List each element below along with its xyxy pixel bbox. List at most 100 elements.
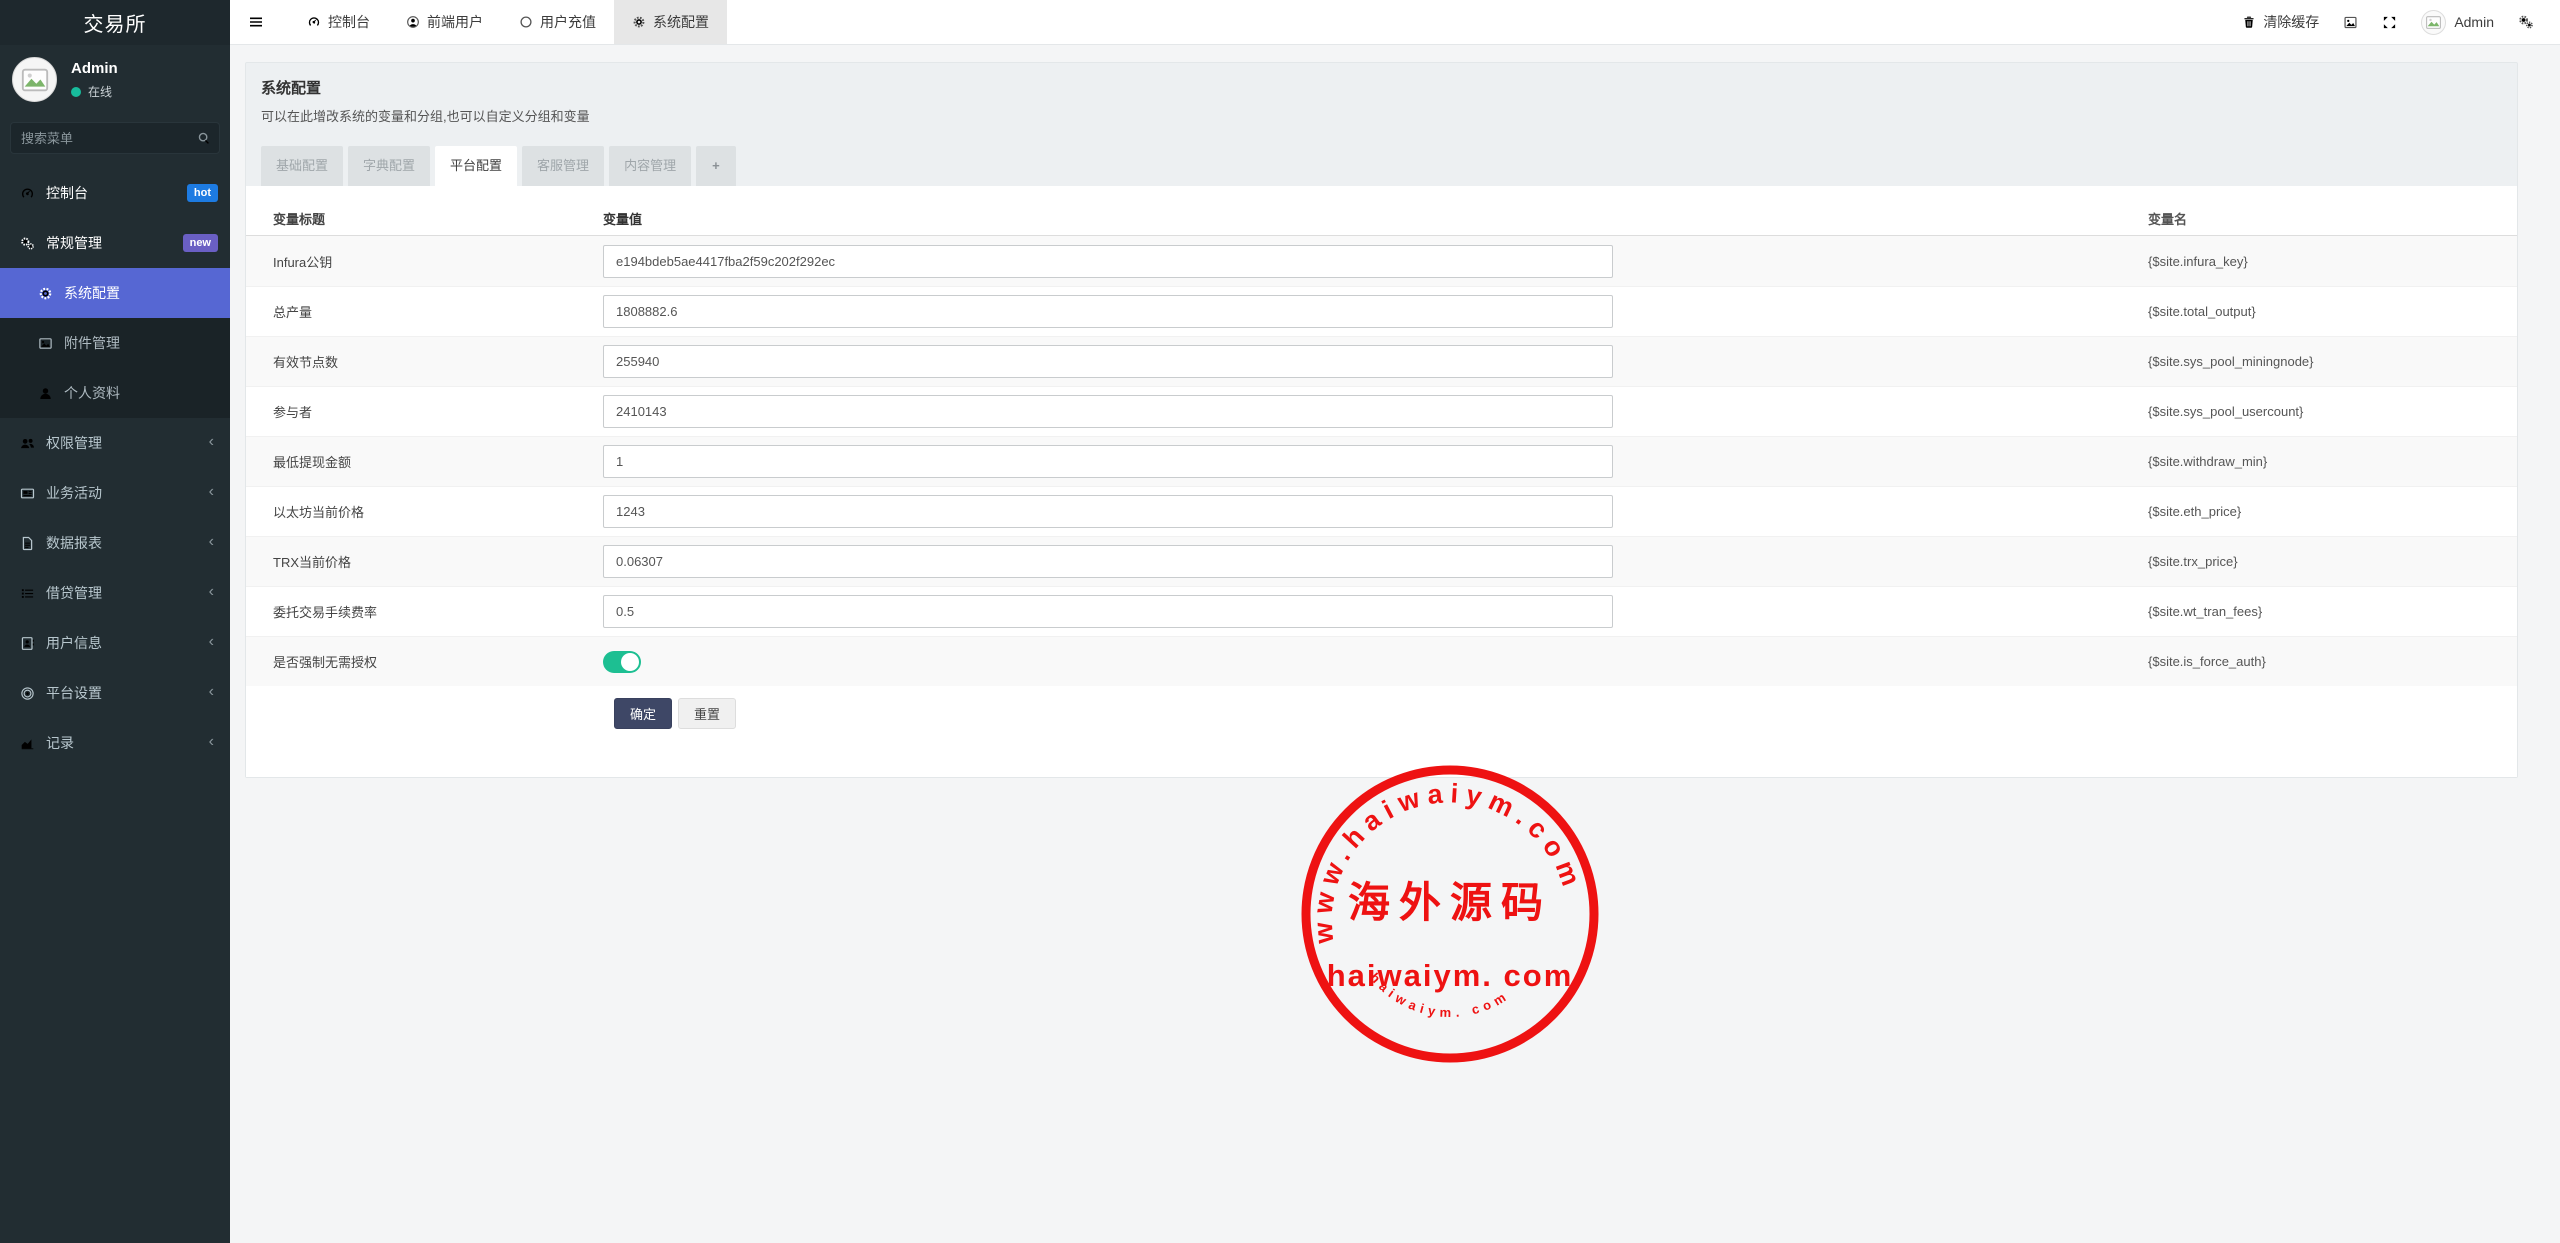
variable-value-input[interactable] [603, 295, 1613, 328]
gauge-icon [307, 15, 321, 29]
variable-name: {$site.sys_pool_miningnode} [2148, 354, 2517, 369]
variable-value-input[interactable] [603, 445, 1613, 478]
column-header: 变量值 [603, 209, 2148, 228]
trash-icon [2242, 15, 2256, 29]
sidebar-item-用户信息[interactable]: 用户信息 ‹ [0, 618, 230, 668]
settings-button[interactable] [2506, 14, 2546, 30]
system-config-panel: 系统配置 可以在此增改系统的变量和分组,也可以自定义分组和变量 基础配置字典配置… [245, 62, 2518, 778]
config-tab-平台配置[interactable]: 平台配置 [435, 146, 517, 186]
navbar-username: Admin [2454, 14, 2494, 30]
table-header-row: 变量标题 变量值 变量名 [246, 202, 2517, 236]
list-icon [16, 586, 38, 601]
variable-name: {$site.total_output} [2148, 304, 2517, 319]
topnav-tab-用户充值[interactable]: 用户充值 [501, 0, 614, 44]
gear-icon [34, 286, 56, 301]
variable-value-input[interactable] [603, 345, 1613, 378]
file-image-icon [2343, 15, 2358, 30]
variable-value-input[interactable] [603, 245, 1613, 278]
submit-button[interactable]: 确定 [614, 698, 672, 729]
search-icon[interactable] [197, 131, 211, 145]
variable-value-input[interactable] [603, 545, 1613, 578]
switch-toggle[interactable] [603, 651, 641, 673]
sidebar-item-常规管理[interactable]: 常规管理 new ‹ [0, 218, 230, 268]
variable-name: {$site.is_force_auth} [2148, 654, 2517, 669]
chevron-left-icon: ‹ [209, 433, 214, 451]
config-tab-基础配置[interactable]: 基础配置 [261, 146, 343, 186]
table-row: TRX当前价格 {$site.trx_price} [246, 536, 2517, 586]
variable-title: 有效节点数 [246, 352, 603, 371]
language-button[interactable] [2331, 15, 2370, 30]
user-panel: Admin 在线 [0, 45, 230, 112]
variable-title: Infura公钥 [246, 252, 603, 271]
table-row: Infura公钥 {$site.infura_key} [246, 236, 2517, 286]
newspaper-icon [16, 486, 38, 501]
variable-title: 委托交易手续费率 [246, 602, 603, 621]
sidebar-item-个人资料[interactable]: 个人资料 ‹ [0, 368, 230, 418]
chevron-left-icon: ‹ [209, 733, 214, 751]
clear-cache-button[interactable]: 清除缓存 [2230, 12, 2331, 32]
sidebar-item-记录[interactable]: 记录 ‹ [0, 718, 230, 768]
online-status-icon [71, 87, 81, 97]
sidebar-item-平台设置[interactable]: 平台设置 ‹ [0, 668, 230, 718]
sidebar-item-权限管理[interactable]: 权限管理 ‹ [0, 418, 230, 468]
user-status: 在线 [71, 83, 118, 100]
variable-value-input[interactable] [603, 595, 1613, 628]
variable-name: {$site.trx_price} [2148, 554, 2517, 569]
gear-icon [632, 15, 646, 29]
add-tab-button[interactable]: + [696, 146, 736, 186]
user-menu[interactable]: Admin [2409, 10, 2506, 35]
user-name: Admin [71, 60, 118, 77]
sidebar-item-借贷管理[interactable]: 借贷管理 ‹ [0, 568, 230, 618]
badge: new [183, 234, 218, 252]
variable-title: 最低提现金额 [246, 452, 603, 471]
watermark-stamp: www.haiwaiym.com 海外源码 haiwaiym. com haiw… [1300, 764, 1600, 1064]
page-subtitle: 可以在此增改系统的变量和分组,也可以自定义分组和变量 [261, 106, 2502, 125]
sidebar-item-label: 平台设置 [46, 683, 102, 703]
variable-value-input[interactable] [603, 495, 1613, 528]
variable-name: {$site.withdraw_min} [2148, 454, 2517, 469]
gauge-icon [16, 186, 38, 201]
badge: hot [187, 184, 218, 202]
app-logo[interactable]: 交易所 [0, 0, 230, 45]
column-header: 变量名 [2148, 209, 2517, 228]
topnav-tab-label: 控制台 [328, 12, 370, 32]
sidebar-item-系统配置[interactable]: 系统配置 ‹ [0, 268, 230, 318]
fullscreen-button[interactable] [2370, 15, 2409, 30]
avatar [2421, 10, 2446, 35]
topnav-tab-控制台[interactable]: 控制台 [289, 0, 388, 44]
sidebar-search-input[interactable] [21, 131, 197, 146]
sidebar-item-控制台[interactable]: 控制台 hot ‹ [0, 168, 230, 218]
file-text-icon [16, 536, 38, 551]
sidebar-item-label: 数据报表 [46, 533, 102, 553]
sidebar-item-label: 常规管理 [46, 233, 102, 253]
sidebar-item-附件管理[interactable]: 附件管理 ‹ [0, 318, 230, 368]
sidebar-item-label: 系统配置 [64, 283, 120, 303]
config-tab-内容管理[interactable]: 内容管理 [609, 146, 691, 186]
sidebar-search [10, 122, 220, 154]
sidebar-item-业务活动[interactable]: 业务活动 ‹ [0, 468, 230, 518]
table-row: 以太坊当前价格 {$site.eth_price} [246, 486, 2517, 536]
sidebar-item-label: 业务活动 [46, 483, 102, 503]
column-header: 变量标题 [246, 209, 603, 228]
variable-title: 总产量 [246, 302, 603, 321]
address-book-icon [16, 636, 38, 651]
config-tab-客服管理[interactable]: 客服管理 [522, 146, 604, 186]
table-row: 是否强制无需授权 {$site.is_force_auth} [246, 636, 2517, 686]
topnav-tab-前端用户[interactable]: 前端用户 [388, 0, 501, 44]
variable-name: {$site.sys_pool_usercount} [2148, 404, 2517, 419]
expand-icon [2382, 15, 2397, 30]
config-tab-字典配置[interactable]: 字典配置 [348, 146, 430, 186]
avatar [12, 57, 57, 102]
topnav-tab-系统配置[interactable]: 系统配置 [614, 0, 727, 44]
reset-button[interactable]: 重置 [678, 698, 736, 729]
sidebar-toggle-button[interactable] [230, 0, 289, 44]
chevron-left-icon: ‹ [209, 633, 214, 651]
variable-title: 是否强制无需授权 [246, 652, 603, 671]
hamburger-icon [248, 14, 264, 30]
chevron-left-icon: ‹ [209, 683, 214, 701]
variable-value-input[interactable] [603, 395, 1613, 428]
page-title: 系统配置 [261, 77, 2502, 98]
config-tabs: 基础配置字典配置平台配置客服管理内容管理+ [246, 146, 2517, 186]
sidebar: 交易所 Admin 在线 控制台 hot ‹ 常规管理 new ‹ 系统配置 ‹ [0, 0, 230, 1243]
sidebar-item-数据报表[interactable]: 数据报表 ‹ [0, 518, 230, 568]
